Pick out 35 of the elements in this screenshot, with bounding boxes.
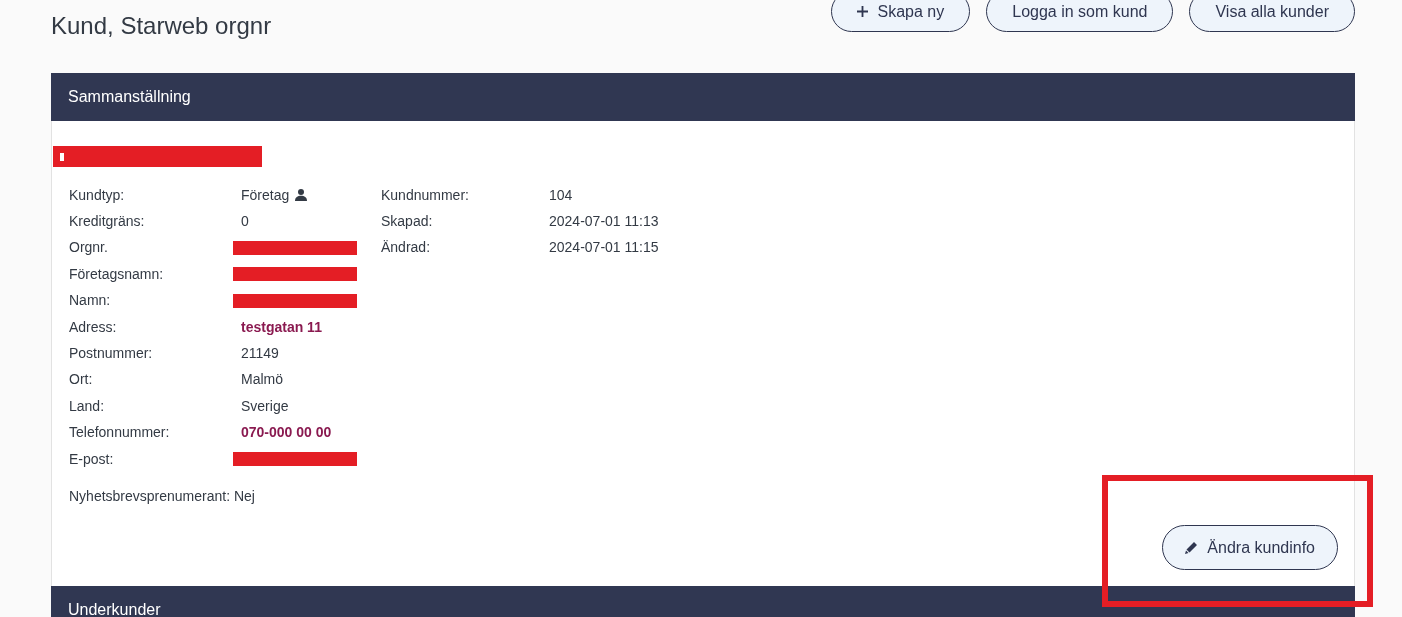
field-label: Postnummer:: [69, 344, 154, 364]
field-label: Land:: [69, 396, 106, 416]
field-label: Ort:: [69, 370, 94, 390]
toolbar-button[interactable]: Skapa ny: [830, 0, 971, 32]
field-value: 0: [241, 212, 249, 232]
field-label: Företagsnamn:: [69, 264, 165, 284]
field-value: Sverige: [241, 396, 289, 416]
field-link[interactable]: testgatan 11: [241, 316, 322, 338]
field-label: Skapad:: [381, 212, 434, 232]
field-value: 2024-07-01 11:13: [549, 212, 659, 232]
plus-icon: [856, 6, 868, 17]
field-link[interactable]: 070-000 00 00: [241, 422, 332, 444]
field-label: Kreditgräns:: [69, 212, 146, 232]
panel-header: Underkunder: [51, 586, 1355, 617]
person-icon: [295, 189, 308, 202]
field-label: Kundnummer:: [381, 185, 470, 205]
panel-header: Sammanställning: [51, 73, 1355, 121]
field-value: 2024-07-01 11:15: [549, 238, 659, 258]
field-value: 21149: [241, 344, 279, 364]
field-value: Företag: [241, 185, 290, 205]
newsletter-status: Nyhetsbrevsprenumerant: Nej: [68, 487, 256, 507]
field-label: Orgnr.: [69, 238, 109, 258]
page-title: Kund, Starweb orgnr: [51, 11, 272, 40]
field-value: 104: [549, 185, 573, 205]
toolbar-button[interactable]: Visa alla kunder: [1189, 0, 1355, 32]
field-label: Kundtyp:: [69, 185, 126, 205]
field-label: Namn:: [69, 291, 112, 311]
field-label: Ändrad:: [381, 238, 432, 258]
field-label: Telefonnummer:: [69, 423, 171, 443]
toolbar-button[interactable]: Logga in som kund: [986, 0, 1174, 32]
pencil-icon: [1185, 541, 1198, 554]
field-label: E-post:: [69, 449, 115, 469]
field-label: Adress:: [69, 317, 118, 337]
edit-customer-button[interactable]: Ändra kundinfo: [1162, 525, 1338, 571]
field-value: Malmö: [241, 370, 283, 390]
